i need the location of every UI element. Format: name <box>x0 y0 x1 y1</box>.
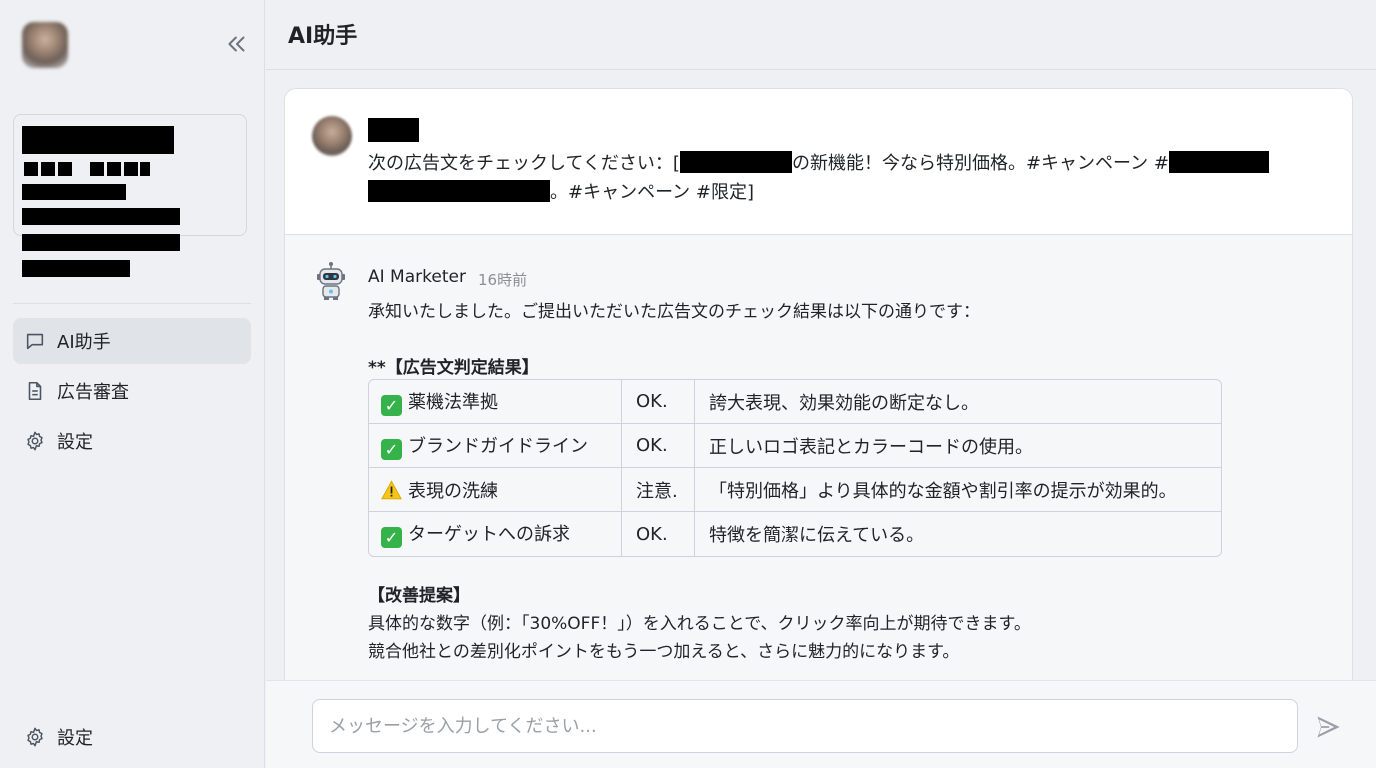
result-comment-cell: 特徴を簡潔に伝えている。 <box>709 525 925 546</box>
redacted-block <box>22 260 130 277</box>
warning-icon <box>381 479 402 499</box>
suggestion-line: 具体的な数字（例：「30%OFF！」）を入れることで、クリック率向上が期待できま… <box>368 614 1031 634</box>
robot-avatar-icon <box>317 262 345 300</box>
result-item-cell: ✓ 薬機法準拠 <box>369 380 622 424</box>
user-message-part2: の新機能！今なら特別価格。#キャンペーン # <box>791 153 1169 174</box>
gear-icon <box>27 727 43 747</box>
page-header: AI助手 <box>266 0 1376 70</box>
result-item-label: ブランドガイドライン <box>408 435 588 457</box>
sidebar-item-label: 広告審査 <box>57 382 129 403</box>
user-message-part3: 。#キャンペーン #限定] <box>550 182 755 203</box>
result-table: ✓ 薬機法準拠 OK. 誇大表現、効果効能の断定なし。 ✓ ブランドガイドライン O… <box>368 379 1222 557</box>
redacted-block <box>124 162 138 176</box>
result-item-cell: 表現の洗練 <box>369 468 622 512</box>
sidebar-footer-settings[interactable]: 設定 <box>13 714 251 760</box>
result-heading: **【広告文判定結果】 <box>368 358 539 378</box>
result-comment-cell: 「特別価格」より具体的な金額や割引率の提示が効果的。 <box>695 468 1221 512</box>
result-item-cell: ✓ ブランドガイドライン <box>369 424 622 468</box>
check-mark-icon: ✓ <box>381 438 402 460</box>
sidebar-item-settings[interactable]: 設定 <box>13 418 251 464</box>
sidebar-item-label: AI助手 <box>57 332 111 353</box>
table-row: ✓ ブランドガイドライン OK. 正しいロゴ表記とカラーコードの使用。 <box>369 424 1221 468</box>
send-icon <box>1317 716 1340 738</box>
bot-timestamp: 16時前 <box>478 271 528 289</box>
result-comment-cell: 正しいロゴ表記とカラーコードの使用。 <box>695 424 1221 468</box>
result-item-label: ターゲットへの訴求 <box>408 524 570 545</box>
sidebar-footer-settings-label: 設定 <box>57 728 93 749</box>
redacted-username <box>368 118 419 142</box>
user-avatar[interactable] <box>22 22 68 68</box>
redacted-block <box>140 162 150 176</box>
gear-icon <box>27 431 43 451</box>
bot-sender-name: AI Marketer <box>368 267 466 287</box>
redacted-block <box>22 184 126 200</box>
document-icon <box>28 381 42 401</box>
suggestion-line: 競合他社との差別化ポイントをもう一つ加えると、さらに魅力的になります。 <box>368 642 960 662</box>
chat-bubble-icon <box>26 333 44 350</box>
table-row: ✓ 薬機法準拠 OK. 誇大表現、効果効能の断定なし。 <box>369 380 1221 424</box>
message-composer <box>266 680 1376 768</box>
result-item-label: 薬機法準拠 <box>408 391 498 413</box>
chat-panel: 次の広告文をチェックしてください：[ の新機能！今なら特別価格。#キャンペーン #… <box>284 88 1353 688</box>
result-comment-cell: 誇大表現、効果効能の断定なし。 <box>695 380 1221 424</box>
table-row: 表現の洗練 注意. 「特別価格」より具体的な金額や割引率の提示が効果的。 <box>369 468 1221 512</box>
user-message-avatar <box>312 116 352 156</box>
suggestion-heading: 【改善提案】 <box>368 586 470 606</box>
result-verdict-cell: OK. <box>622 424 695 468</box>
sidebar-divider <box>13 303 251 304</box>
check-mark-icon: ✓ <box>381 527 402 548</box>
bot-intro-text: 承知いたしました。ご提出いただいた広告文のチェック結果は以下の通りです： <box>368 302 980 322</box>
result-item-label: 表現の洗練 <box>408 480 498 502</box>
redacted-text <box>368 180 550 202</box>
redacted-block <box>22 126 174 154</box>
user-message-prefix: 次の広告文をチェックしてください：[ <box>368 153 680 174</box>
user-message-text: 次の広告文をチェックしてください：[ の新機能！今なら特別価格。#キャンペーン #… <box>368 149 1298 207</box>
result-verdict-cell: OK. <box>622 380 695 424</box>
result-verdict-cell: OK. <box>622 512 695 556</box>
send-button[interactable] <box>1314 713 1342 741</box>
message-input[interactable] <box>312 699 1298 753</box>
redacted-block <box>90 162 104 176</box>
sidebar-item-ad-review[interactable]: 広告審査 <box>13 368 251 414</box>
redacted-text <box>679 151 792 173</box>
redacted-block <box>41 162 55 176</box>
redacted-block <box>22 208 180 225</box>
page-title: AI助手 <box>288 24 358 49</box>
redacted-block <box>107 162 121 176</box>
collapse-sidebar-icon[interactable] <box>224 31 250 57</box>
check-mark-icon: ✓ <box>381 394 402 416</box>
sidebar-item-ai-assistant[interactable]: AI助手 <box>13 318 251 364</box>
redacted-block <box>22 234 180 251</box>
redacted-text <box>1168 151 1269 173</box>
redacted-block <box>24 162 38 176</box>
redacted-block <box>58 162 72 176</box>
table-row: ✓ ターゲットへの訴求 OK. 特徴を簡潔に伝えている。 <box>369 512 1221 556</box>
sidebar-item-label: 設定 <box>57 432 93 453</box>
result-item-cell: ✓ ターゲットへの訴求 <box>369 512 622 556</box>
user-message: 次の広告文をチェックしてください：[ の新機能！今なら特別価格。#キャンペーン #… <box>285 89 1352 235</box>
result-verdict-cell: 注意. <box>622 468 695 512</box>
sidebar: AI助手 広告審査 設定 設定 <box>0 0 265 768</box>
